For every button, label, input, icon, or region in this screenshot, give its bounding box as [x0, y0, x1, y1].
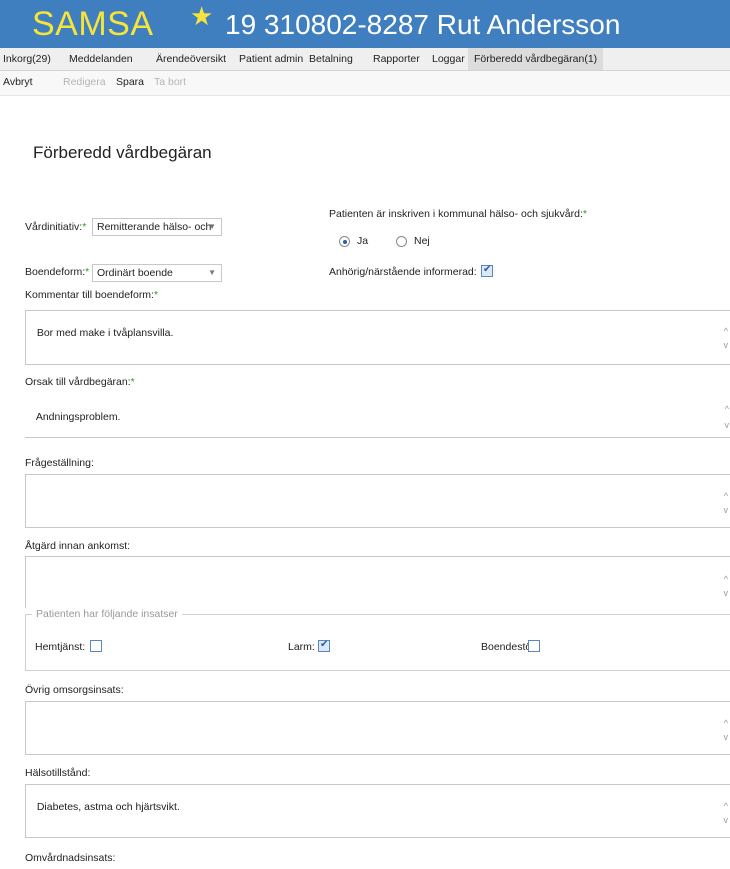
- orsak-textarea[interactable]: Andningsproblem. ^ v: [25, 395, 730, 438]
- boendeform-select[interactable]: Ordinärt boende ▼: [92, 264, 222, 282]
- kommentar-value: Bor med make i tvåplansvilla.: [36, 327, 174, 339]
- tab-loggar[interactable]: Loggar: [432, 48, 465, 70]
- chevron-up-icon[interactable]: ^: [724, 575, 728, 584]
- save-button[interactable]: Spara: [116, 71, 144, 93]
- chevron-down-icon[interactable]: v: [725, 421, 730, 430]
- atgard-label: Åtgärd innan ankomst:: [25, 540, 131, 552]
- fragestallning-textarea[interactable]: ^ v: [25, 474, 730, 528]
- radio-nej-label: Nej: [414, 235, 430, 247]
- atgard-textarea[interactable]: ^ v: [25, 556, 730, 608]
- chevron-up-icon[interactable]: ^: [724, 492, 728, 501]
- cancel-button[interactable]: Avbryt: [3, 71, 33, 93]
- chevron-up-icon[interactable]: ^: [724, 327, 728, 336]
- insatser-fieldset: [25, 614, 730, 671]
- page-title: Förberedd vårdbegäran: [33, 143, 212, 162]
- boendeform-value: Ordinärt boende: [97, 267, 173, 279]
- required-mark: *: [82, 221, 87, 233]
- anhorig-label: Anhörig/närstående informerad:: [329, 266, 477, 278]
- chevron-down-icon[interactable]: v: [724, 506, 729, 515]
- insatser-legend: Patienten har följande insatser: [32, 608, 182, 620]
- larm-label: Larm:: [288, 641, 315, 653]
- chevron-down-icon: ▼: [208, 222, 216, 231]
- ovrig-label: Övrig omsorgsinsats:: [25, 684, 124, 696]
- halsotillstand-label: Hälsotillstånd:: [25, 767, 91, 779]
- required-mark: *: [153, 289, 159, 301]
- tab-meddelanden[interactable]: Meddelanden: [69, 48, 133, 70]
- toolbar: Avbryt Redigera Spara Ta bort: [0, 71, 730, 96]
- tab-patient-admin[interactable]: Patient admin: [239, 48, 303, 70]
- anhorig-checkbox[interactable]: [481, 264, 493, 277]
- chevron-down-icon: ▼: [208, 268, 216, 277]
- chevron-down-icon[interactable]: v: [724, 341, 729, 350]
- halsotillstand-value: Diabetes, astma och hjärtsvikt.: [36, 801, 180, 813]
- kommentar-textarea[interactable]: Bor med make i tvåplansvilla. ^ v: [25, 310, 730, 365]
- fragestallning-label: Frågeställning:: [25, 457, 94, 469]
- orsak-value: Andningsproblem.: [35, 411, 121, 423]
- chevron-up-icon[interactable]: ^: [724, 719, 728, 728]
- edit-button[interactable]: Redigera: [63, 71, 106, 93]
- required-mark: *: [130, 376, 135, 388]
- kommentar-label: Kommentar till boendeform:*: [25, 289, 159, 301]
- radio-nej[interactable]: [396, 236, 407, 247]
- inskriven-label: Patienten är inskriven i kommunal hälso-…: [329, 208, 587, 220]
- ovrig-textarea[interactable]: ^ v: [25, 701, 730, 755]
- larm-checkbox[interactable]: [318, 639, 330, 652]
- required-mark: *: [85, 266, 90, 278]
- hemtjanst-label: Hemtjänst:: [35, 641, 86, 653]
- orsak-label: Orsak till vårdbegäran:*: [25, 376, 135, 388]
- star-icon[interactable]: ★: [190, 2, 213, 30]
- vardinitiativ-label: Vårdinitiativ:*: [25, 221, 87, 233]
- delete-button[interactable]: Ta bort: [154, 71, 186, 93]
- radio-ja-label: Ja: [357, 235, 369, 247]
- vardinitiativ-select[interactable]: Remitterande hälso- och ▼: [92, 218, 222, 236]
- halsotillstand-textarea[interactable]: Diabetes, astma och hjärtsvikt. ^ v: [25, 784, 730, 838]
- chevron-up-icon[interactable]: ^: [725, 405, 729, 414]
- omvardnad-label: Omvårdnadsinsats:: [25, 852, 116, 864]
- radio-ja[interactable]: [339, 236, 350, 247]
- tab-inkorg[interactable]: Inkorg(29): [3, 48, 51, 70]
- chevron-up-icon[interactable]: ^: [724, 802, 728, 811]
- main-nav: Inkorg(29) Meddelanden Ärendeöversikt Pa…: [0, 48, 730, 71]
- chevron-down-icon[interactable]: v: [724, 816, 729, 825]
- chevron-down-icon[interactable]: v: [724, 589, 729, 598]
- tab-forberedd-vardbegaran[interactable]: Förberedd vårdbegäran(1): [468, 48, 604, 70]
- app-logo: SAMSA: [32, 5, 154, 43]
- chevron-down-icon[interactable]: v: [724, 733, 729, 742]
- tab-rapporter[interactable]: Rapporter: [373, 48, 420, 70]
- hemtjanst-checkbox[interactable]: [90, 640, 102, 652]
- app-header: SAMSA ★ 19 310802-8287 Rut Andersson: [0, 0, 730, 48]
- required-mark: *: [582, 208, 587, 220]
- boendestod-checkbox[interactable]: [528, 640, 540, 652]
- vardinitiativ-value: Remitterande hälso- och: [97, 221, 212, 233]
- tab-betalning[interactable]: Betalning: [309, 48, 353, 70]
- boendeform-label: Boendeform:*: [25, 266, 90, 278]
- patient-heading: 19 310802-8287 Rut Andersson: [225, 9, 621, 40]
- tab-arendeoversikt[interactable]: Ärendeöversikt: [156, 48, 226, 70]
